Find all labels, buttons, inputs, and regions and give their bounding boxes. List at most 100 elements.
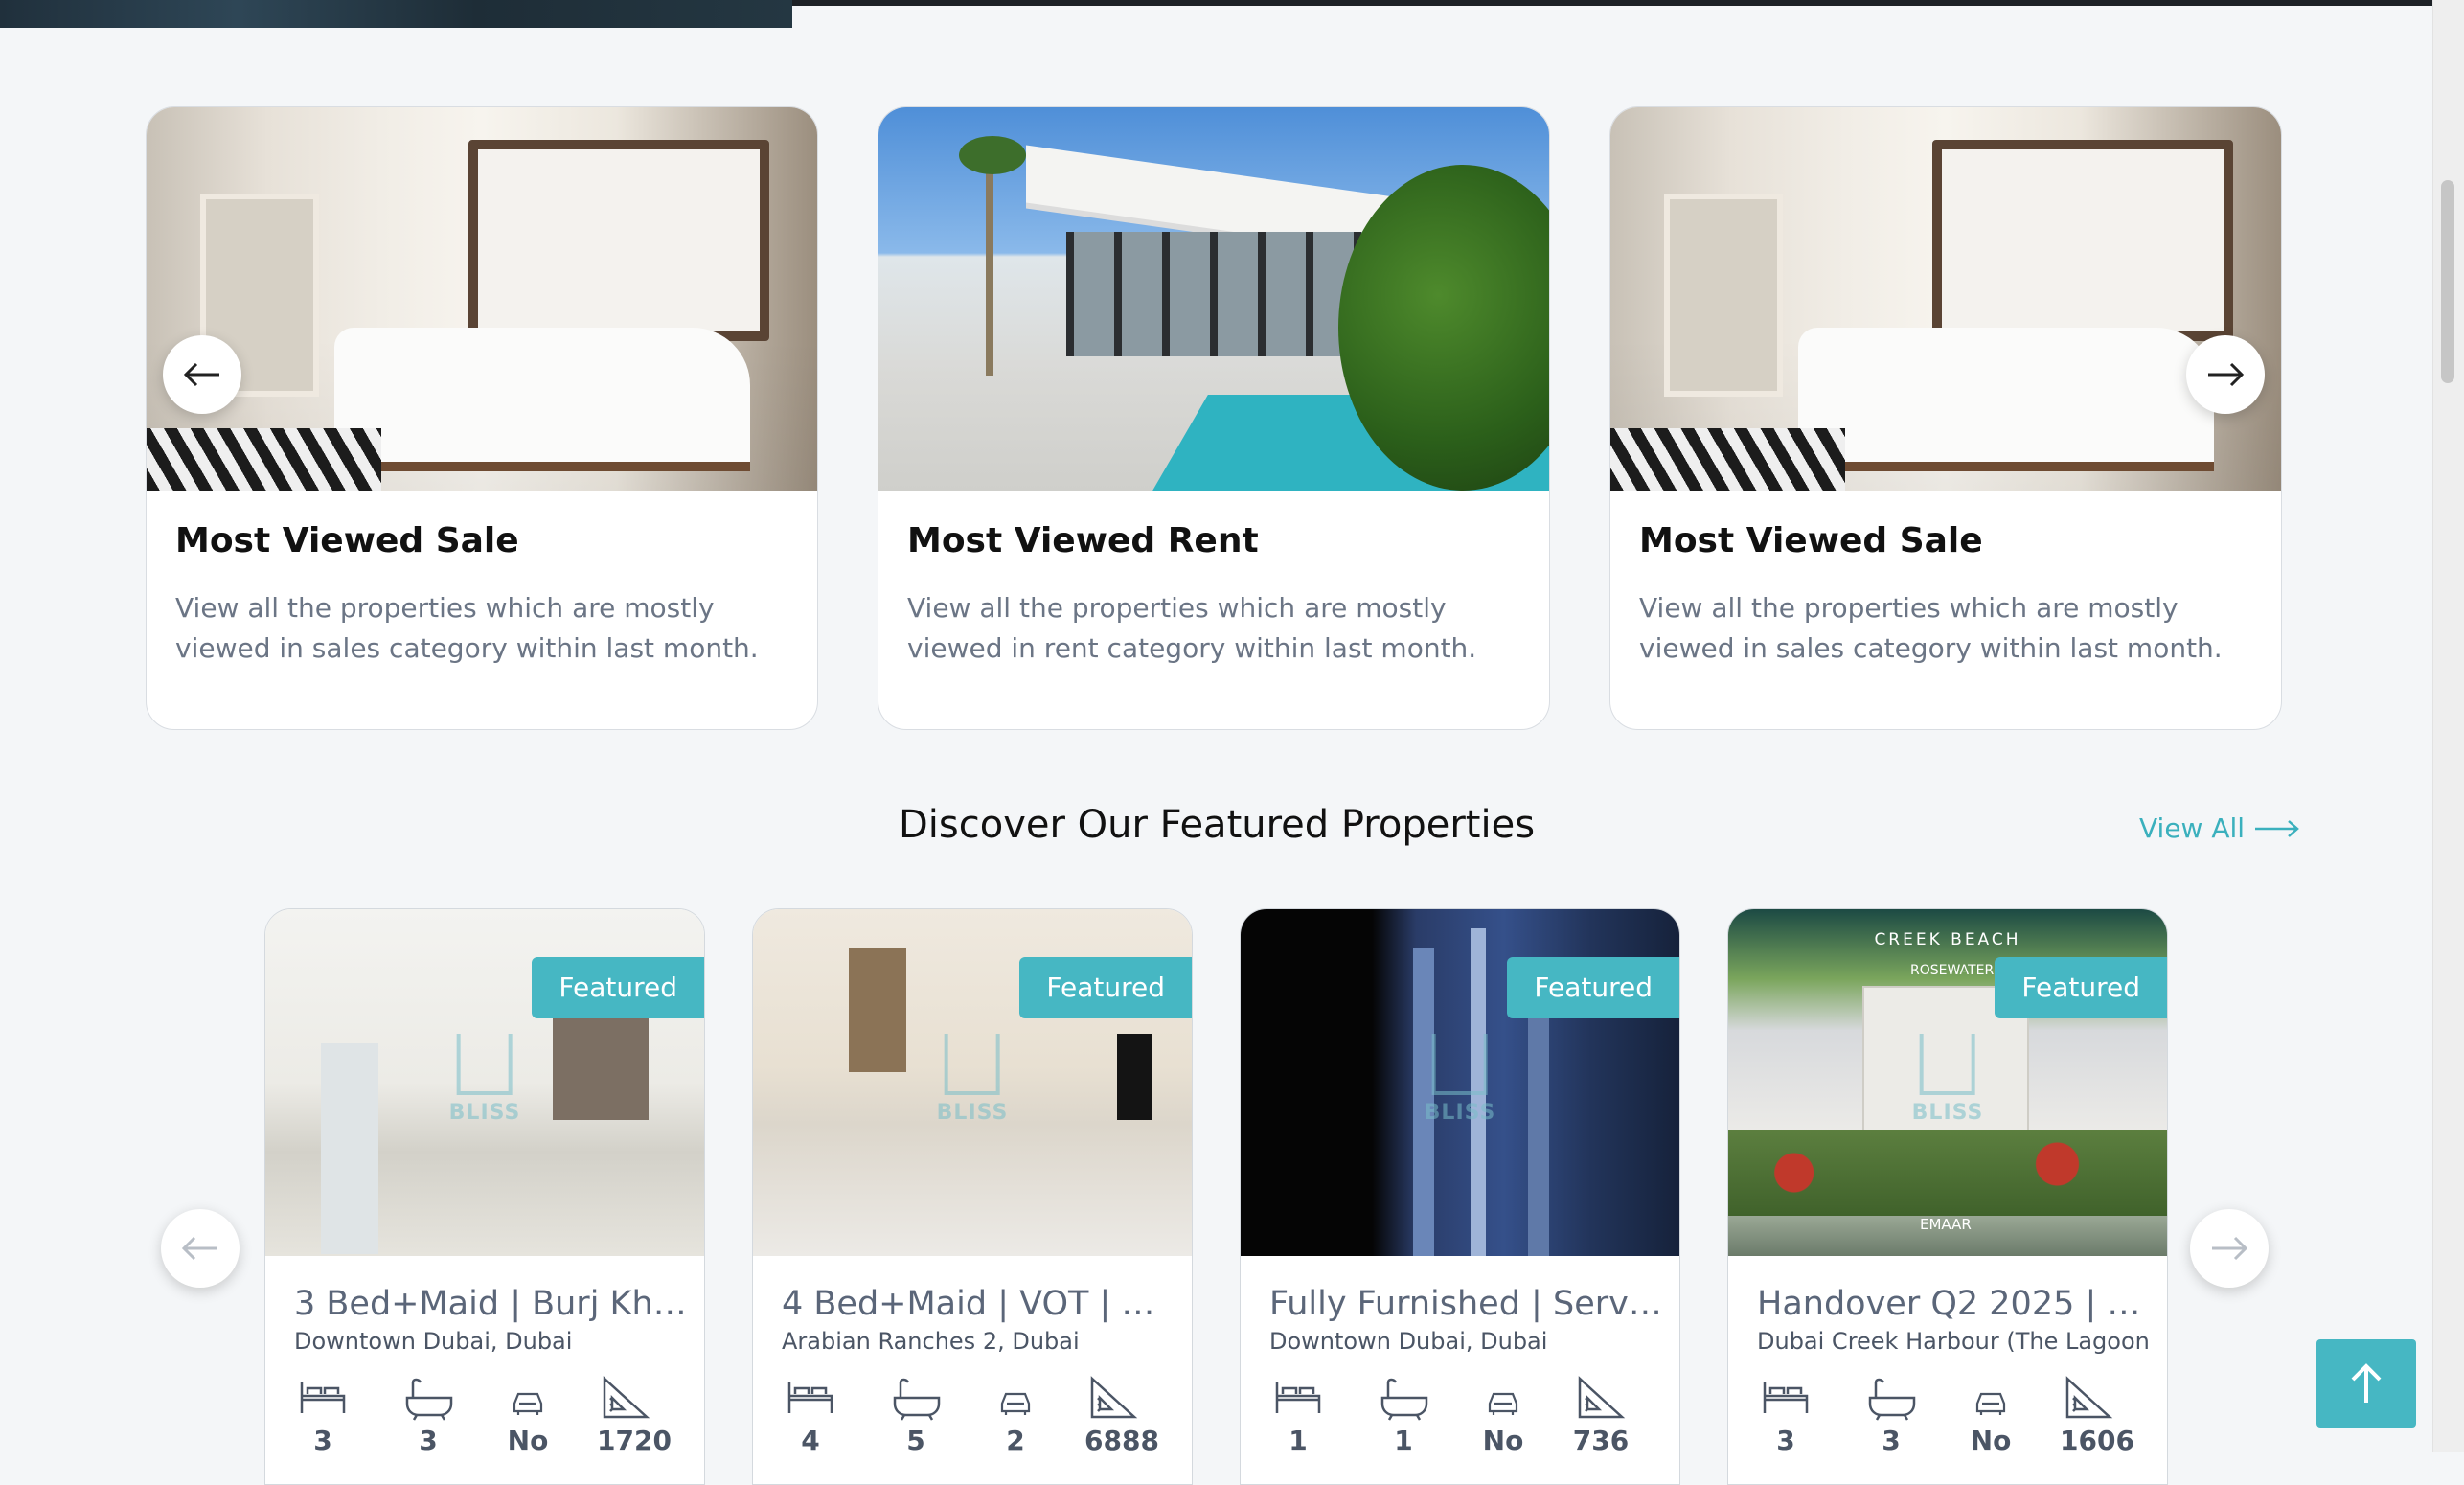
most-viewed-sale-card[interactable]: Most Viewed Sale View all the properties…	[146, 106, 818, 730]
baths-count: 3	[419, 1425, 438, 1456]
beds-count: 4	[801, 1425, 820, 1456]
bliss-watermark-logo: BLISS	[1912, 1034, 1984, 1125]
arrow-left-icon	[183, 362, 219, 387]
car-icon	[1488, 1392, 1518, 1415]
car-icon	[513, 1392, 543, 1415]
set-square-icon	[603, 1376, 650, 1419]
baths-feature: 5	[887, 1375, 945, 1456]
bedroom-image	[1610, 107, 2281, 491]
bliss-watermark-logo: BLISS	[937, 1034, 1009, 1125]
parking-value: 2	[1006, 1425, 1025, 1456]
card-title: Most Viewed Sale	[1639, 521, 1983, 560]
parking-feature: No	[1962, 1375, 2019, 1456]
bedroom-image	[147, 107, 817, 491]
most-viewed-rent-card[interactable]: Most Viewed Rent View all the properties…	[878, 106, 1550, 730]
set-square-icon	[1090, 1376, 1138, 1419]
beds-count: 3	[1776, 1425, 1795, 1456]
beds-count: 1	[1289, 1425, 1308, 1456]
villa-image	[878, 107, 1549, 491]
featured-prev-button[interactable]	[161, 1209, 240, 1288]
featured-badge: Featured	[1019, 957, 1192, 1018]
arrow-left-icon	[181, 1236, 217, 1261]
most-viewed-sale-card-2[interactable]: Most Viewed Sale View all the properties…	[1609, 106, 2282, 730]
property-title[interactable]: 4 Bed+Maid | VOT | Do...	[782, 1285, 1175, 1323]
area-value: 1720	[597, 1425, 672, 1456]
featured-section-title: Discover Our Featured Properties	[898, 803, 1536, 847]
featured-property-card[interactable]: BLISS Featured 3 Bed+Maid | Burj Khal...…	[264, 908, 705, 1485]
parking-feature: 2	[987, 1375, 1044, 1456]
view-all-link[interactable]: View All	[2139, 812, 2300, 844]
card-title: Most Viewed Rent	[907, 521, 1259, 560]
property-title[interactable]: Handover Q2 2025 | B...	[1757, 1285, 2150, 1323]
property-title[interactable]: 3 Bed+Maid | Burj Khal...	[294, 1285, 687, 1323]
area-feature: 6888	[1084, 1375, 1159, 1456]
scrollbar-thumb[interactable]	[2441, 180, 2454, 383]
property-location: Arabian Ranches 2, Dubai	[782, 1328, 1080, 1355]
bliss-watermark-logo: BLISS	[449, 1034, 521, 1125]
bathtub-icon	[405, 1378, 453, 1421]
emaar-text: EMAAR	[1920, 1216, 1972, 1233]
rosewater-text: ROSEWATER	[1910, 963, 1995, 978]
card-description: View all the properties which are mostly…	[175, 592, 759, 664]
parking-value: No	[507, 1425, 549, 1456]
featured-badge: Featured	[532, 957, 704, 1018]
area-feature: 736	[1572, 1375, 1630, 1456]
area-value: 1606	[2060, 1425, 2134, 1456]
bathtub-icon	[1868, 1378, 1916, 1421]
area-feature: 1606	[2060, 1375, 2134, 1456]
baths-count: 5	[906, 1425, 925, 1456]
featured-next-button[interactable]	[2190, 1209, 2269, 1288]
beds-feature: 3	[1757, 1375, 1814, 1456]
area-value: 6888	[1084, 1425, 1159, 1456]
baths-feature: 3	[1862, 1375, 1920, 1456]
set-square-icon	[1578, 1376, 1626, 1419]
long-arrow-right-icon	[2255, 819, 2299, 837]
bathtub-icon	[893, 1378, 941, 1421]
beds-feature: 4	[782, 1375, 839, 1456]
bathtub-icon	[1380, 1378, 1428, 1421]
creek-beach-text: CREEK BEACH	[1874, 930, 2021, 949]
baths-count: 3	[1882, 1425, 1901, 1456]
beds-count: 3	[313, 1425, 332, 1456]
arrow-right-icon	[2212, 1236, 2248, 1261]
header-image-edge	[0, 0, 792, 28]
featured-badge: Featured	[1995, 957, 2167, 1018]
bed-icon	[1275, 1382, 1321, 1413]
area-value: 736	[1572, 1425, 1630, 1456]
parking-feature: No	[499, 1375, 557, 1456]
set-square-icon	[2065, 1376, 2113, 1419]
featured-property-card[interactable]: CREEK BEACH ROSEWATER EMAAR BLISS Featur…	[1727, 908, 2168, 1485]
card-description: View all the properties which are mostly…	[1639, 592, 2223, 664]
parking-value: No	[1970, 1425, 2012, 1456]
beds-feature: 3	[294, 1375, 352, 1456]
bed-icon	[787, 1382, 833, 1413]
bliss-watermark-logo: BLISS	[1425, 1034, 1496, 1125]
property-location: Downtown Dubai, Dubai	[294, 1328, 573, 1355]
page-scrollbar[interactable]	[2432, 0, 2464, 1452]
card-title: Most Viewed Sale	[175, 521, 519, 560]
featured-badge: Featured	[1507, 957, 1679, 1018]
scroll-to-top-button[interactable]	[2316, 1339, 2416, 1428]
bed-icon	[300, 1382, 346, 1413]
carousel-prev-button[interactable]	[163, 335, 241, 414]
view-all-label: View All	[2139, 812, 2246, 844]
area-feature: 1720	[597, 1375, 672, 1456]
featured-property-card[interactable]: BLISS Featured Fully Furnished | Servic.…	[1240, 908, 1680, 1485]
property-location: Dubai Creek Harbour (The Lagoons),	[1757, 1328, 2150, 1355]
baths-count: 1	[1394, 1425, 1413, 1456]
parking-value: No	[1482, 1425, 1524, 1456]
beds-feature: 1	[1269, 1375, 1327, 1456]
car-icon	[1975, 1392, 2006, 1415]
baths-feature: 1	[1375, 1375, 1432, 1456]
property-location: Downtown Dubai, Dubai	[1269, 1328, 1548, 1355]
bed-icon	[1763, 1382, 1809, 1413]
arrow-up-icon	[2351, 1363, 2382, 1403]
arrow-right-icon	[2208, 362, 2245, 387]
card-description: View all the properties which are mostly…	[907, 592, 1477, 664]
car-icon	[1000, 1392, 1031, 1415]
baths-feature: 3	[399, 1375, 457, 1456]
parking-feature: No	[1474, 1375, 1532, 1456]
carousel-next-button[interactable]	[2186, 335, 2265, 414]
featured-property-card[interactable]: BLISS Featured 4 Bed+Maid | VOT | Do... …	[752, 908, 1193, 1485]
property-title[interactable]: Fully Furnished | Servic...	[1269, 1285, 1662, 1323]
